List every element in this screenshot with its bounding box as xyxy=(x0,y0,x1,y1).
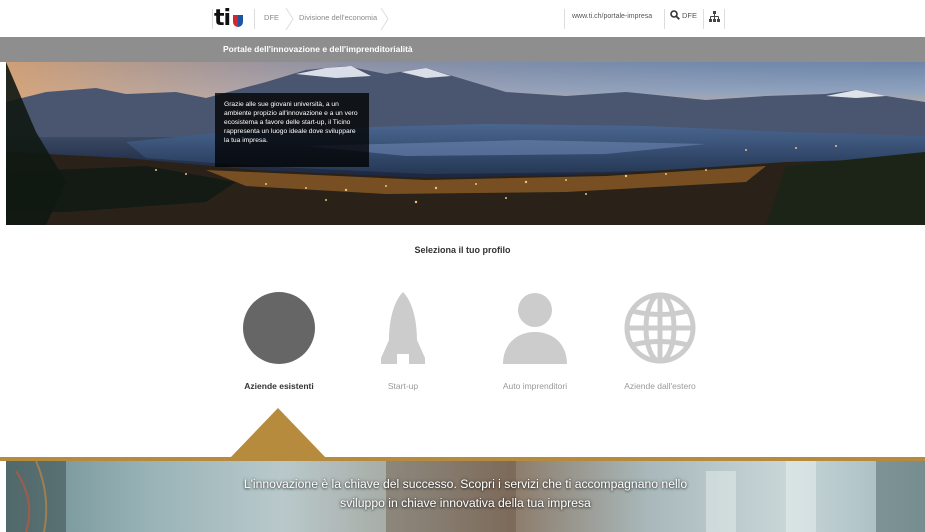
divider xyxy=(664,9,665,29)
portal-title-band: Portale dell'innovazione e dell'imprendi… xyxy=(0,37,925,62)
hero-image: Grazie alle sue giovani università, a un… xyxy=(6,62,925,225)
ticino-shield-icon xyxy=(233,15,244,27)
banner-line-2: sviluppo in chiave innovativa della tua … xyxy=(340,496,591,510)
portal-link[interactable]: www.ti.ch/portale-impresa xyxy=(572,13,652,20)
lake-mountain-landscape-image xyxy=(6,62,925,225)
profile-aziende-esistenti[interactable]: Aziende esistenti xyxy=(229,292,329,391)
breadcrumb-divisione[interactable]: Divisione dell'economia xyxy=(299,13,377,22)
top-bar: ti DFE Divisione dell'economia www.ti.ch… xyxy=(0,0,925,37)
banner-line-1: L'innovazione è la chiave del successo. … xyxy=(243,477,688,491)
divider xyxy=(212,9,213,29)
portal-title: Portale dell'innovazione e dell'imprendi… xyxy=(223,44,413,54)
logo-text: ti xyxy=(214,6,231,31)
divider xyxy=(564,9,565,29)
profile-label: Aziende esistenti xyxy=(244,381,314,391)
hero-text: Grazie alle sue giovani università, a un… xyxy=(224,101,358,144)
divider xyxy=(254,9,255,29)
innovation-banner-text: L'innovazione è la chiave del successo. … xyxy=(6,475,925,513)
profile-start-up[interactable]: Start-up xyxy=(353,292,453,391)
profile-label: Auto imprenditori xyxy=(502,381,568,391)
sitemap-icon[interactable] xyxy=(709,11,720,22)
hero-text-box: Grazie alle sue giovani università, a un… xyxy=(215,93,369,167)
breadcrumb-chevron-icon xyxy=(285,8,294,30)
selected-profile-arrow xyxy=(230,408,326,458)
search-label: DFE xyxy=(682,10,697,20)
profile-auto-imprenditori[interactable]: Auto imprenditori xyxy=(485,292,585,391)
rocket-icon xyxy=(367,292,439,364)
globe-icon xyxy=(624,292,696,364)
breadcrumb-dfe[interactable]: DFE xyxy=(264,13,279,22)
profile-aziende-estero[interactable]: Aziende dall'estero xyxy=(610,292,710,391)
breadcrumb-chevron-icon xyxy=(380,8,389,30)
innovation-banner[interactable]: L'innovazione è la chiave del successo. … xyxy=(6,461,925,532)
divider xyxy=(703,9,704,29)
ticino-logo[interactable]: ti xyxy=(214,6,244,31)
circle-icon xyxy=(243,292,315,364)
divider xyxy=(724,9,725,29)
search-icon xyxy=(670,10,680,20)
profile-selection-title: Seleziona il tuo profilo xyxy=(414,245,511,255)
profile-label: Start-up xyxy=(387,381,419,391)
search-button[interactable]: DFE xyxy=(670,10,697,20)
person-icon xyxy=(499,292,571,364)
profile-label: Aziende dall'estero xyxy=(624,381,696,391)
